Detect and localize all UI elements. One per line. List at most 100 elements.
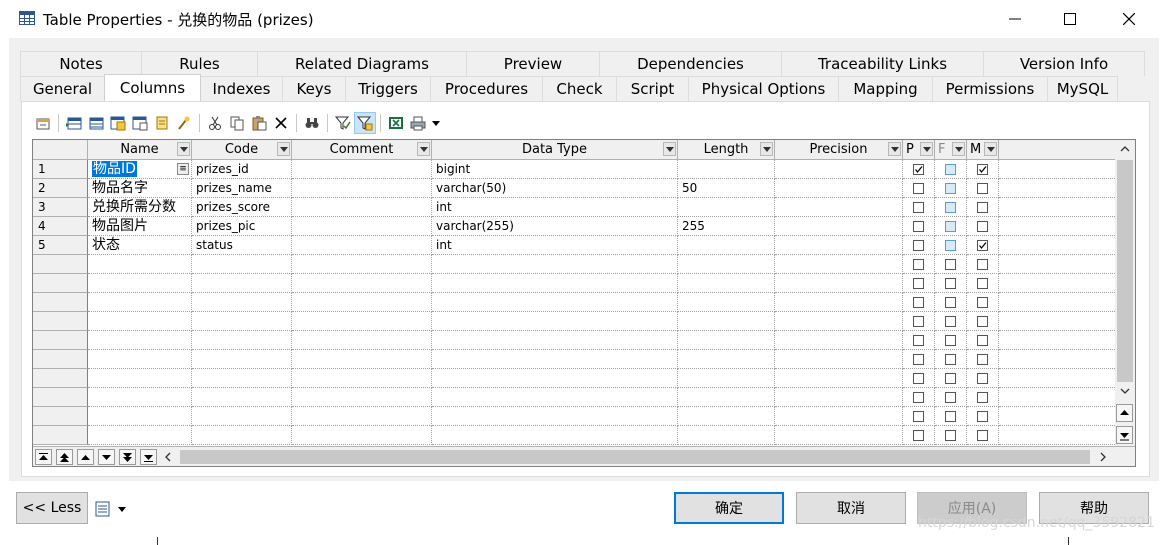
cell-name[interactable] — [88, 407, 192, 426]
tab-script[interactable]: Script — [616, 76, 689, 101]
vertical-scroll-thumb[interactable] — [1117, 160, 1133, 382]
tab-mapping[interactable]: Mapping — [838, 76, 933, 101]
cell-comment[interactable] — [292, 217, 432, 236]
cell-code[interactable]: prizes_pic — [192, 217, 292, 236]
chevron-down-icon[interactable] — [760, 142, 773, 156]
cell-precision[interactable] — [775, 293, 903, 312]
ok-button[interactable]: 确定 — [674, 492, 784, 524]
row-number[interactable]: 3 — [33, 198, 88, 217]
row-number[interactable] — [33, 312, 88, 331]
add-columns-icon[interactable] — [107, 112, 129, 134]
header-comment[interactable]: Comment — [292, 140, 432, 160]
tab-permissions[interactable]: Permissions — [932, 76, 1048, 101]
header-primary[interactable]: P — [903, 140, 935, 160]
add-row-icon[interactable] — [85, 112, 107, 134]
empty-row[interactable] — [33, 331, 1115, 350]
cell-code[interactable] — [192, 369, 292, 388]
tab-keys[interactable]: Keys — [282, 76, 346, 101]
cell-code[interactable] — [192, 388, 292, 407]
empty-row[interactable] — [33, 407, 1115, 426]
cell-comment[interactable] — [292, 236, 432, 255]
cell-comment[interactable] — [292, 350, 432, 369]
cell-comment[interactable] — [292, 312, 432, 331]
row-number[interactable]: 1 — [33, 160, 88, 179]
tab-dependencies[interactable]: Dependencies — [599, 51, 782, 76]
cell-datatype[interactable] — [432, 274, 678, 293]
cell-comment[interactable] — [292, 369, 432, 388]
checkbox-m[interactable] — [977, 221, 988, 232]
row-number[interactable] — [33, 293, 88, 312]
header-precision[interactable]: Precision — [775, 140, 903, 160]
tab-related-diagrams[interactable]: Related Diagrams — [257, 51, 467, 76]
selected-cell-text[interactable]: 物品ID — [92, 161, 137, 177]
cell-length[interactable] — [678, 312, 775, 331]
row-number[interactable] — [33, 407, 88, 426]
cell-code[interactable] — [192, 407, 292, 426]
empty-row[interactable] — [33, 274, 1115, 293]
header-code[interactable]: Code — [192, 140, 292, 160]
checkbox-m[interactable] — [977, 430, 988, 441]
cell-name[interactable] — [88, 274, 192, 293]
cell-datatype[interactable]: varchar(255) — [432, 217, 678, 236]
cell-datatype[interactable] — [432, 388, 678, 407]
excel-export-icon[interactable] — [385, 112, 407, 134]
row-number[interactable]: 4 — [33, 217, 88, 236]
chevron-down-icon[interactable] — [1120, 386, 1130, 396]
cell-datatype[interactable]: int — [432, 198, 678, 217]
checkbox-m[interactable] — [977, 259, 988, 270]
checkbox-m[interactable] — [977, 335, 988, 346]
move-page-up-icon[interactable] — [56, 449, 73, 465]
cell-precision[interactable] — [775, 369, 903, 388]
close-button[interactable] — [1102, 0, 1156, 38]
chevron-down-icon[interactable] — [417, 142, 430, 156]
cell-name[interactable]: 物品ID ≡ — [88, 160, 192, 179]
checkbox-p[interactable] — [913, 316, 924, 327]
cell-datatype[interactable] — [432, 293, 678, 312]
cell-datatype[interactable] — [432, 312, 678, 331]
cell-comment[interactable] — [292, 407, 432, 426]
checkbox-m[interactable] — [977, 297, 988, 308]
cell-name[interactable] — [88, 331, 192, 350]
tab-indexes[interactable]: Indexes — [200, 76, 283, 101]
checkbox-m[interactable] — [977, 392, 988, 403]
cell-precision[interactable] — [775, 198, 903, 217]
cell-name[interactable]: 兑换所需分数 — [88, 198, 192, 217]
empty-row[interactable] — [33, 350, 1115, 369]
cell-datatype[interactable] — [432, 350, 678, 369]
cell-length[interactable]: 50 — [678, 179, 775, 198]
cell-datatype[interactable] — [432, 369, 678, 388]
cell-code[interactable] — [192, 255, 292, 274]
maximize-button[interactable] — [1043, 0, 1097, 38]
cell-length[interactable] — [678, 198, 775, 217]
cell-precision[interactable] — [775, 350, 903, 369]
horizontal-scroll-thumb[interactable] — [180, 450, 1090, 464]
checkbox-f[interactable] — [945, 259, 956, 270]
insert-row-icon[interactable] — [63, 112, 85, 134]
chevron-down-icon[interactable] — [277, 142, 290, 156]
checkbox-f[interactable] — [945, 297, 956, 308]
cell-name[interactable] — [88, 369, 192, 388]
move-bottom-icon[interactable] — [140, 449, 157, 465]
move-top-icon[interactable] — [35, 449, 52, 465]
cell-length[interactable] — [678, 274, 775, 293]
checkbox-m[interactable] — [977, 278, 988, 289]
checkbox-f[interactable] — [945, 278, 956, 289]
cell-precision[interactable] — [775, 160, 903, 179]
cell-name[interactable] — [88, 426, 192, 445]
move-up-icon[interactable] — [77, 449, 94, 465]
cell-datatype[interactable]: int — [432, 236, 678, 255]
cell-comment[interactable] — [292, 198, 432, 217]
checkbox-f[interactable] — [945, 335, 956, 346]
checkbox-p[interactable] — [913, 392, 924, 403]
cell-menu-icon[interactable]: ≡ — [177, 163, 189, 175]
checkbox-m[interactable] — [977, 316, 988, 327]
cell-comment[interactable] — [292, 426, 432, 445]
customize-columns-icon[interactable] — [354, 112, 376, 134]
row-number[interactable] — [33, 426, 88, 445]
tab-mysql[interactable]: MySQL — [1047, 76, 1118, 101]
checkbox-p[interactable] — [913, 259, 924, 270]
checkbox-p[interactable] — [913, 202, 924, 213]
checkbox-f[interactable] — [945, 316, 956, 327]
chevron-right-icon[interactable] — [1099, 452, 1107, 462]
cell-datatype[interactable] — [432, 255, 678, 274]
